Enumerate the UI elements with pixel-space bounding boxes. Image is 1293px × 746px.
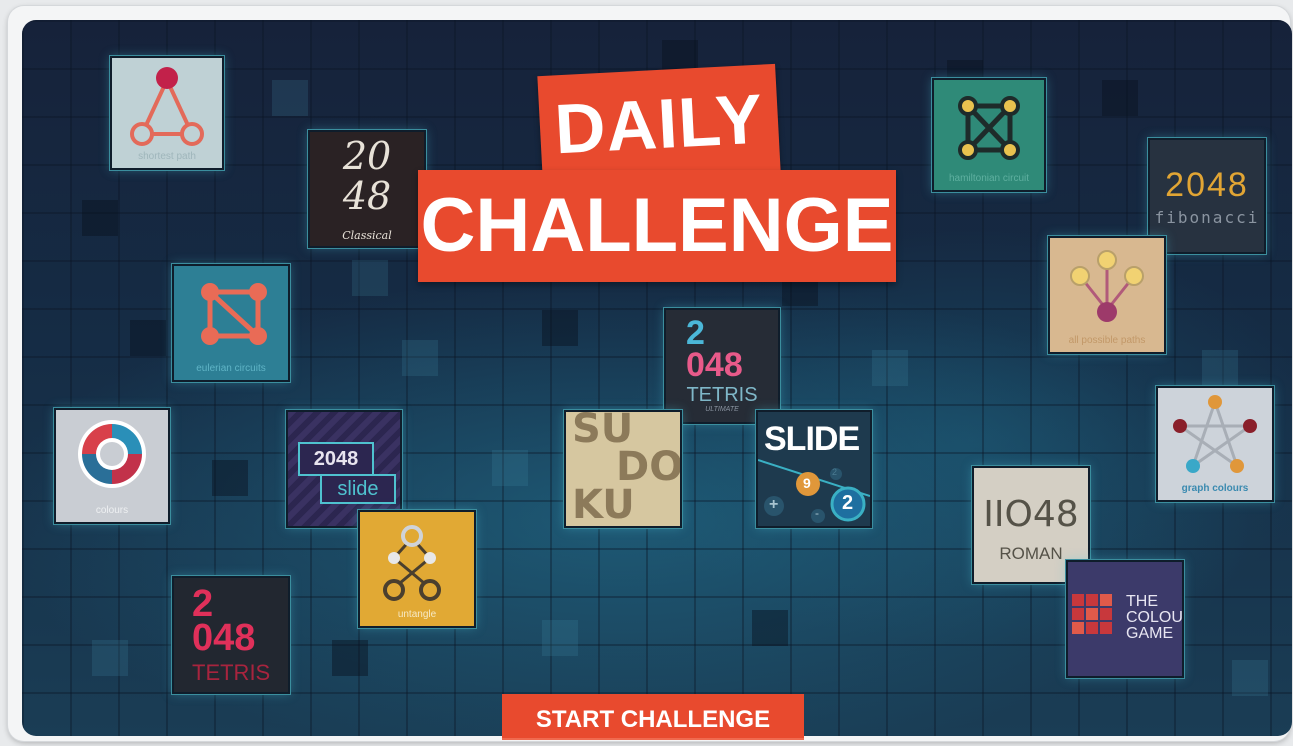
tile-number: 2 bbox=[842, 492, 854, 514]
bg-square bbox=[1232, 660, 1268, 696]
game-tile-colours[interactable]: colours bbox=[54, 408, 170, 524]
tile-title: TETRIS bbox=[192, 660, 271, 685]
tile-title-line: COLOUR bbox=[1126, 609, 1183, 626]
tile-subtitle: fibonacci bbox=[1154, 208, 1260, 227]
game-tile-graph-colours[interactable]: graph colours bbox=[1156, 386, 1274, 502]
game-tile-all-possible-paths[interactable]: all possible paths bbox=[1048, 236, 1166, 354]
game-tile-2048-tetris-ultimate[interactable]: 2 048 TETRIS ULTIMATE bbox=[664, 308, 780, 424]
tile-title: IIO48 bbox=[983, 494, 1079, 535]
game-tile-untangle[interactable]: untangle bbox=[358, 510, 476, 628]
tile-digits: 048 bbox=[192, 617, 256, 659]
game-tile-2048-classical[interactable]: 20 48 Classical bbox=[308, 130, 426, 248]
game-tile-sudoku[interactable]: SU DO KU bbox=[564, 410, 682, 528]
tile-caption: all possible paths bbox=[1068, 335, 1146, 346]
bg-square bbox=[542, 310, 578, 346]
bg-square bbox=[872, 350, 908, 386]
bg-square bbox=[542, 620, 578, 656]
colour-grid-icon bbox=[1072, 594, 1112, 634]
tile-letters: KU bbox=[572, 482, 635, 528]
bg-square bbox=[1202, 350, 1238, 386]
title-challenge: CHALLENGE bbox=[418, 170, 896, 282]
bg-square bbox=[272, 80, 308, 116]
tile-letters: DO bbox=[616, 444, 682, 490]
game-tile-eulerian-circuits[interactable]: eulerian circuits bbox=[172, 264, 290, 382]
bg-square bbox=[492, 450, 528, 486]
tile-caption: colours bbox=[95, 505, 129, 516]
tile-caption: hamiltonian circuit bbox=[948, 173, 1030, 184]
bg-square bbox=[130, 320, 166, 356]
tile-subtitle: Classical bbox=[342, 229, 392, 242]
bg-square bbox=[212, 460, 248, 496]
start-challenge-button[interactable]: START CHALLENGE bbox=[502, 694, 804, 740]
game-tile-slide[interactable]: SLIDE 9 2 + - 2 bbox=[756, 410, 872, 528]
tile-title-top: 20 bbox=[342, 134, 392, 178]
tile-number-small: 2 bbox=[832, 467, 838, 477]
game-tile-2048-tetris[interactable]: 2 048 TETRIS bbox=[172, 576, 290, 694]
bg-square bbox=[1102, 80, 1138, 116]
tile-caption: graph colours bbox=[1181, 483, 1249, 494]
game-tile-shortest-path[interactable]: shortest path bbox=[110, 56, 224, 170]
title-daily: DAILY bbox=[537, 63, 781, 185]
game-tile-colour-game[interactable]: THE COLOUR GAME bbox=[1066, 560, 1184, 678]
tile-number: 9 bbox=[803, 475, 811, 491]
tile-digits: 048 bbox=[686, 346, 743, 384]
bg-square bbox=[82, 200, 118, 236]
tile-title-bottom: 48 bbox=[342, 174, 392, 218]
tile-title-line: THE bbox=[1126, 593, 1158, 610]
bg-square bbox=[402, 340, 438, 376]
tile-caption: shortest path bbox=[138, 151, 196, 162]
tile-caption: eulerian circuits bbox=[196, 363, 266, 374]
tile-title: 2048 bbox=[298, 442, 374, 476]
bg-square bbox=[352, 260, 388, 296]
tile-title: 2048 bbox=[1165, 166, 1249, 204]
tile-caption: untangle bbox=[397, 609, 437, 620]
bg-square bbox=[752, 610, 788, 646]
tile-minus: - bbox=[815, 506, 819, 520]
bg-square bbox=[92, 640, 128, 676]
game-tile-hamiltonian-circuit[interactable]: hamiltonian circuit bbox=[932, 78, 1046, 192]
tile-subtitle: slide bbox=[320, 474, 396, 504]
bg-square bbox=[332, 640, 368, 676]
tile-letters: SU bbox=[572, 410, 634, 452]
tile-digit: 2 bbox=[686, 314, 705, 352]
tile-title-line: GAME bbox=[1126, 625, 1174, 642]
tile-plus: + bbox=[769, 496, 779, 513]
tile-title: TETRIS bbox=[686, 384, 758, 406]
